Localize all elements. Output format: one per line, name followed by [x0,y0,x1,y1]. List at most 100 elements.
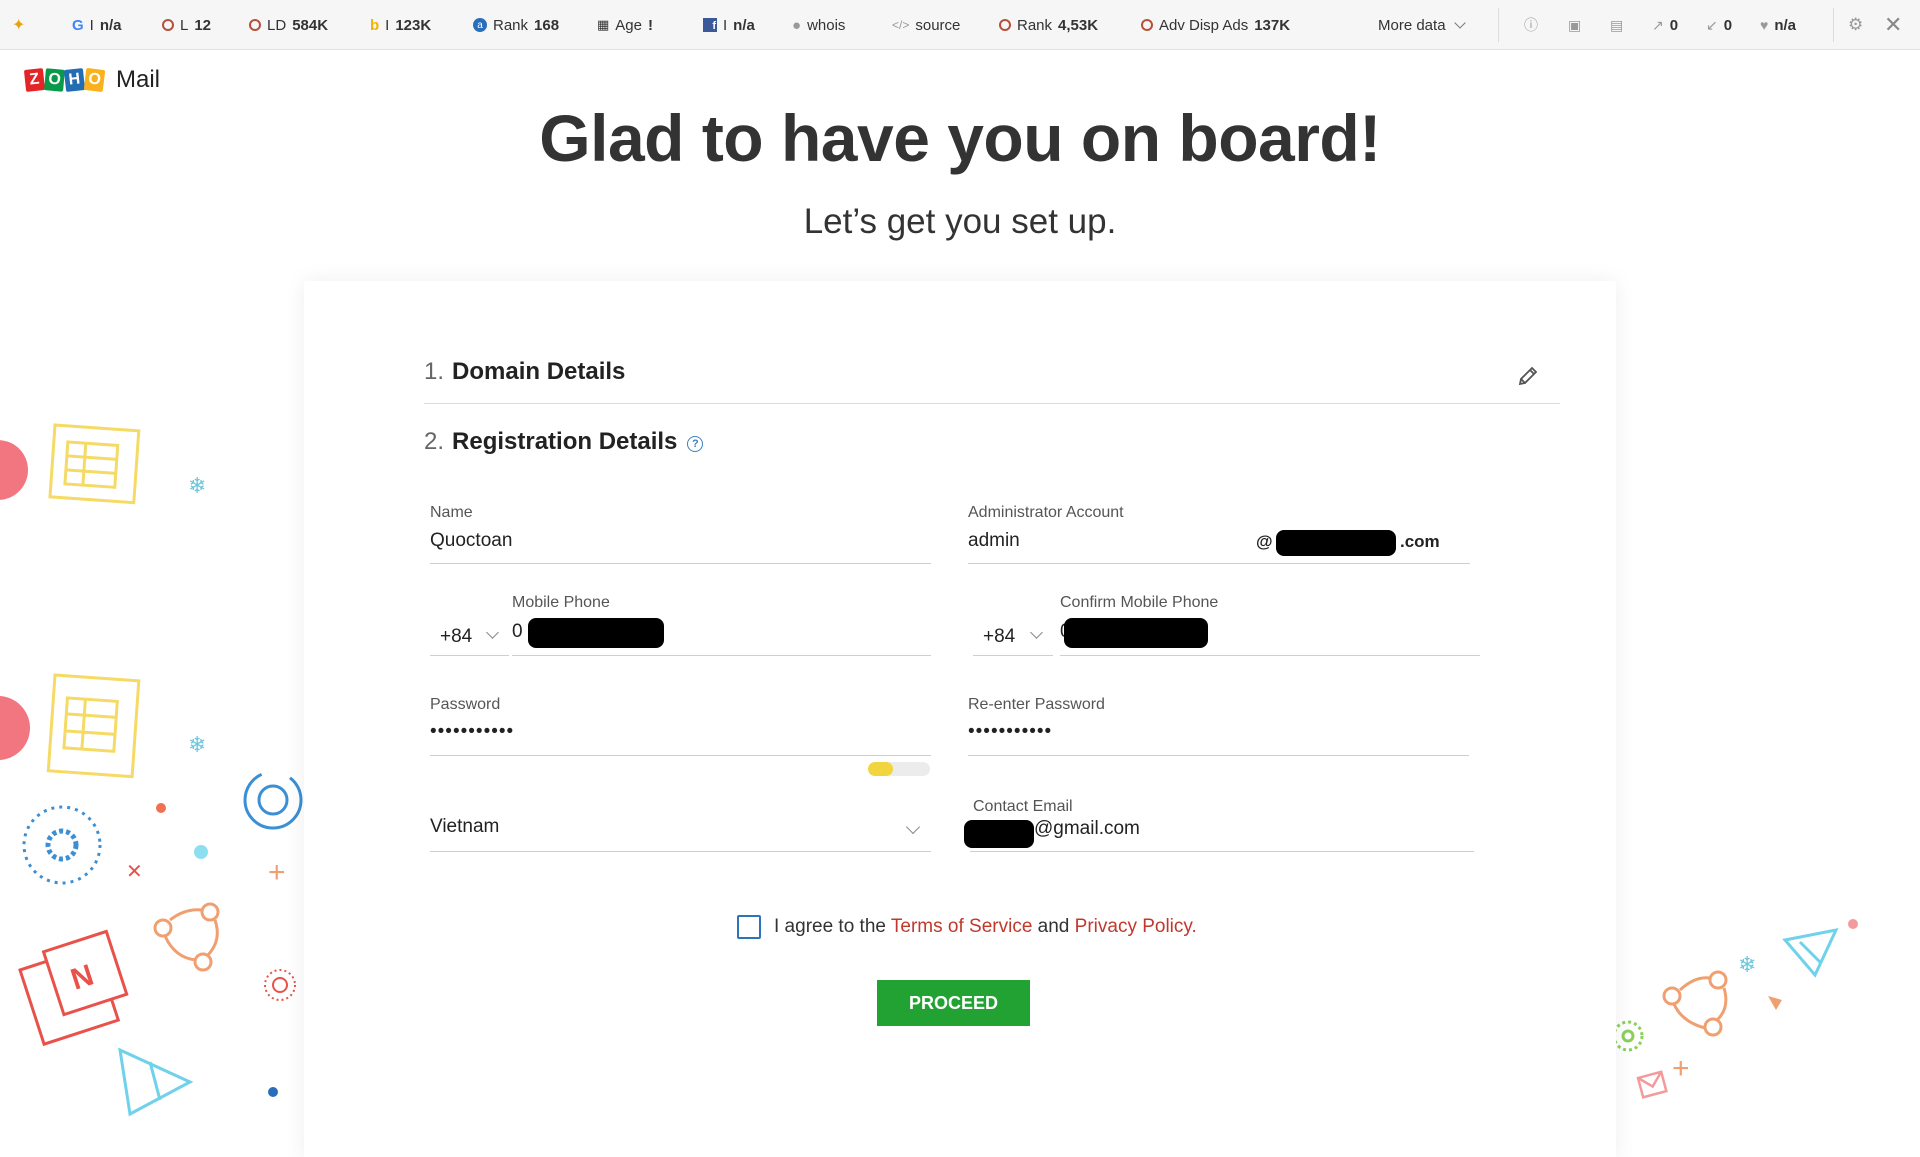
seoquake-logo-icon[interactable]: ✦ [12,0,25,50]
mobile-dial-code-select[interactable]: +84 [430,610,509,656]
report-icon[interactable]: ▤ [1610,0,1623,50]
password-input[interactable]: ••••••••••• [430,721,514,743]
domain-details-section[interactable]: 1. Domain Details [424,358,1560,404]
toolbar-alexa-rank[interactable]: a Rank 168 [473,0,559,50]
close-icon[interactable]: ✕ [1884,0,1902,50]
toolbar-adv-disp-ads[interactable]: Adv Disp Ads 137K [1141,0,1290,50]
terms-checkbox[interactable] [737,915,761,939]
toolbar-source[interactable]: </> source [892,0,960,50]
gear-flower-decoration [22,805,102,885]
reenter-password-label: Re-enter Password [968,696,1105,713]
reenter-password-field[interactable]: Re-enter Password ••••••••••• [968,692,1469,756]
redacted-phone [528,618,664,648]
toolbar-divider [1498,8,1499,42]
info-icon[interactable]: ⓘ [1524,0,1538,50]
monitor-icon[interactable]: ▣ [1568,0,1581,50]
password-strength-meter [868,762,930,776]
admin-account-input[interactable]: admin [968,530,1020,552]
confirm-mobile-phone-field[interactable]: Confirm Mobile Phone 0 [1060,592,1480,656]
page-title: Glad to have you on board! [539,101,1381,175]
toolbar-rank[interactable]: Rank 4,53K [999,0,1098,50]
contact-email-input[interactable]: @gmail.com [1034,818,1140,840]
decorative-illustrations-right: ❄ + [1612,919,1858,1099]
gear-flower-decoration [45,828,79,862]
ads-ring-icon [1141,19,1153,31]
password-strength-fill [868,762,893,776]
name-label: Name [430,504,473,521]
code-icon: </> [892,18,910,32]
decorative-illustrations-left: ❄ ❄ ✕ + N [0,423,303,1117]
terms-agreement: I agree to the Terms of Service and Priv… [737,915,1197,939]
toolbar-bing-index[interactable]: b I 123K [370,0,431,50]
chevron-down-icon [905,819,921,835]
coral-half-circle-decoration [0,696,30,760]
spreadsheet-decoration [46,673,141,779]
confirm-mobile-phone-label: Confirm Mobile Phone [1060,594,1219,611]
page-subtitle: Let’s get you set up. [803,202,1117,241]
help-icon[interactable]: ? [687,436,704,452]
links-ring-icon [162,19,174,31]
toolbar-social[interactable]: ♥ n/a [1760,0,1796,50]
password-label: Password [430,696,501,713]
molecule-decoration [1662,970,1728,1037]
toolbar-linking-domains[interactable]: LD 584K [249,0,328,50]
proceed-button[interactable]: PROCEED [877,980,1030,1026]
terms-of-service-link[interactable]: Terms of Service [891,916,1032,937]
plus-decoration: + [1672,1052,1690,1085]
admin-domain-suffix: @ .com [1250,520,1470,564]
domain-details-heading: 1. Domain Details [424,358,626,385]
zoho-logo: Z O H O [23,67,106,93]
play-arrows-decoration [118,1047,194,1117]
contact-email-field[interactable]: Contact Email @gmail.com [964,790,1474,852]
toolbar-internal-links[interactable]: ↙ 0 [1706,0,1732,50]
flower-decoration [272,977,288,993]
mobile-phone-input[interactable]: 0 [512,621,523,643]
more-data-dropdown[interactable]: More data [1378,0,1466,50]
triangle-decoration [1768,996,1782,1010]
flower-decoration [264,969,296,1001]
snowflake-decoration: ❄ [188,732,206,757]
envelope-decoration [1636,1070,1668,1099]
product-name: Mail [116,66,161,93]
toolbar-facebook[interactable]: f In/a [703,0,755,50]
spreadsheet-decoration [48,423,141,505]
toolbar-external-links[interactable]: ↗ 0 [1652,0,1678,50]
cross-decoration: ✕ [126,861,143,883]
zoho-mail-brand[interactable]: Z O H O Mail [23,66,161,94]
toolbar-whois[interactable]: ● whois [792,0,845,50]
dot-decoration [156,803,166,813]
toolbar-age[interactable]: ▦ Age! [597,0,653,50]
contact-email-label: Contact Email [973,798,1073,815]
chevron-down-icon [1030,626,1043,639]
target-ring-decoration [257,784,289,816]
gear-icon[interactable]: ⚙ [1848,0,1863,50]
edit-pencil-icon[interactable] [1516,364,1540,388]
password-field[interactable]: Password ••••••••••• [430,692,931,756]
toolbar-links[interactable]: L 12 [162,0,211,50]
internal-link-icon: ↙ [1706,16,1718,33]
dot-decoration [268,1087,278,1097]
molecule-decoration [153,902,220,972]
country-select[interactable]: Vietnam [430,800,931,852]
confirm-dial-code-select[interactable]: +84 [973,610,1053,656]
privacy-policy-link[interactable]: Privacy Policy [1075,916,1192,937]
plus-decoration: + [268,856,286,889]
alexa-icon: a [473,18,487,32]
google-icon: G [72,16,84,34]
name-input[interactable]: Quoctoan [430,530,512,552]
name-field[interactable]: Name Quoctoan [430,500,931,564]
redacted-email [964,820,1034,848]
linking-domains-ring-icon [249,19,261,31]
redacted-phone [1064,618,1208,648]
facebook-icon: f [703,18,717,32]
country-value: Vietnam [430,816,500,837]
flower-decoration [1612,1020,1644,1052]
mobile-phone-field[interactable]: Mobile Phone 0 [512,592,931,656]
admin-account-label: Administrator Account [968,504,1124,521]
seo-toolbar: ✦ G In/a L 12 LD 584K b I 123K a Rank 168 ▦ … [0,0,1920,50]
user-icon: ● [792,16,802,34]
notebook-n-decoration: N [18,929,129,1047]
reenter-password-input[interactable]: ••••••••••• [968,721,1052,743]
toolbar-google-index[interactable]: G In/a [72,0,122,50]
mobile-phone-label: Mobile Phone [512,594,610,611]
